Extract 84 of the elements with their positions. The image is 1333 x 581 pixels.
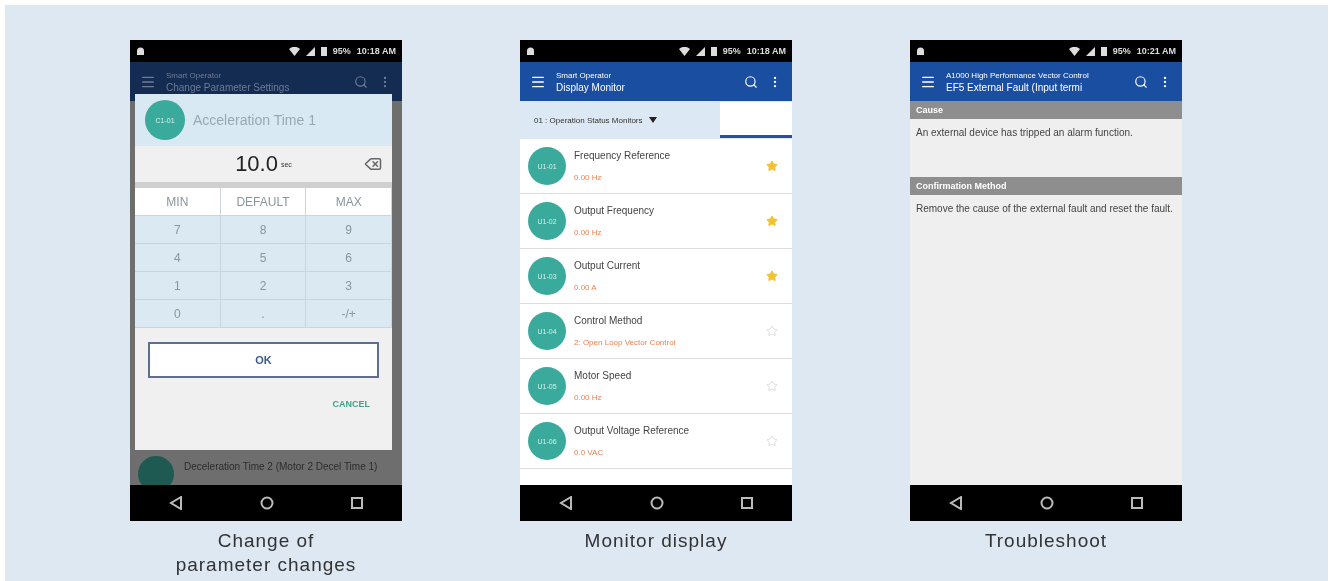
number-key[interactable]: 5 (220, 244, 307, 272)
star-icon[interactable] (766, 380, 778, 392)
monitor-name: Output Current (574, 260, 642, 271)
star-icon[interactable] (766, 435, 778, 447)
monitor-value: 0.00 Hz (574, 393, 603, 402)
android-icon (916, 46, 925, 56)
app-title: Smart Operator (556, 70, 613, 80)
recents-icon[interactable] (1131, 497, 1144, 509)
preset-key[interactable]: DEFAULT (220, 188, 307, 216)
monitor-name: Control Method (574, 315, 644, 326)
app-title: A1000 High Performance Vector Control (946, 70, 1090, 80)
number-key[interactable]: 9 (306, 216, 392, 244)
recents-icon[interactable] (741, 497, 754, 509)
monitor-name: Frequency Reference (574, 150, 672, 161)
monitor-name: Output Voltage Reference (574, 425, 691, 436)
star-icon[interactable] (766, 215, 778, 227)
signal-icon (1085, 46, 1095, 56)
status-time: 10:21 AM (1136, 46, 1176, 56)
monitor-value: 0.00 Hz (574, 173, 603, 182)
section-heading: Confirmation Method (910, 177, 1182, 195)
search-icon[interactable] (744, 74, 758, 89)
wifi-icon (288, 46, 300, 56)
caption: Change of parameter changes (175, 529, 357, 577)
caption: Monitor display (584, 529, 728, 553)
screen-title: EF5 External Fault (Input termi (946, 81, 1084, 93)
preset-key[interactable]: MIN (135, 188, 221, 216)
star-icon[interactable] (766, 270, 778, 282)
home-icon[interactable] (650, 496, 664, 510)
number-key[interactable]: 3 (306, 272, 392, 300)
number-key[interactable]: -/+ (306, 300, 392, 328)
battery-percent: 95% (1112, 46, 1131, 56)
back-icon[interactable] (948, 496, 963, 510)
back-icon[interactable] (168, 496, 183, 510)
backspace-icon[interactable] (364, 155, 382, 173)
wifi-icon (678, 46, 690, 56)
number-key[interactable]: 2 (220, 272, 307, 300)
number-key[interactable]: 0 (135, 300, 221, 328)
preset-key[interactable]: MAX (306, 188, 392, 216)
monitor-name: Output Frequency (574, 205, 656, 216)
section-text: An external device has tripped an alarm function. (915, 126, 1134, 140)
number-key[interactable]: 8 (220, 216, 307, 244)
star-icon[interactable] (766, 325, 778, 337)
app-title: Smart Operator (166, 70, 223, 80)
monitor-value: 0.0 VAC (574, 448, 605, 457)
battery-percent: 95% (722, 46, 741, 56)
monitor-value: 0.00 A (574, 283, 598, 292)
recents-icon[interactable] (351, 497, 364, 509)
search-icon[interactable] (354, 74, 368, 89)
list-item-title: Deceleration Time 2 (Motor 2 Decel Time 1) (184, 461, 379, 473)
android-icon (136, 46, 145, 56)
ok-button[interactable]: OK (148, 342, 379, 378)
status-time: 10:18 AM (356, 46, 396, 56)
number-key[interactable]: 4 (135, 244, 221, 272)
number-key[interactable]: 7 (135, 216, 221, 244)
wifi-icon (1068, 46, 1080, 56)
monitor-name: Motor Speed (574, 370, 633, 381)
back-icon[interactable] (558, 496, 573, 510)
signal-icon (305, 46, 315, 56)
value-display: 10.0 (235, 151, 278, 177)
android-icon (526, 46, 535, 56)
battery-icon (320, 46, 327, 56)
star-icon[interactable] (766, 160, 778, 172)
battery-icon (1100, 46, 1107, 56)
signal-icon (695, 46, 705, 56)
dialog-title: Acceleration Time 1 (193, 112, 316, 128)
monitor-group-dropdown[interactable]: 01 : Operation Status Monitors (534, 115, 657, 125)
search-icon[interactable] (1134, 74, 1148, 89)
monitor-value: 2: Open Loop Vector Control (574, 338, 677, 347)
battery-icon (710, 46, 717, 56)
monitor-value: 0.00 Hz (574, 228, 603, 237)
home-icon[interactable] (1040, 496, 1054, 510)
section-heading: Cause (910, 101, 1182, 119)
home-icon[interactable] (260, 496, 274, 510)
section-text: Remove the cause of the external fault and reset the fault. (915, 202, 1174, 216)
caption: Troubleshoot (984, 529, 1108, 553)
status-time: 10:18 AM (746, 46, 786, 56)
screen-title: Display Monitor (556, 81, 626, 93)
screen-title: Change Parameter Settings (166, 81, 291, 93)
number-key[interactable]: 1 (135, 272, 221, 300)
cancel-button[interactable]: CANCEL (326, 398, 376, 410)
battery-percent: 95% (332, 46, 351, 56)
number-key[interactable]: 6 (306, 244, 392, 272)
dropdown-caret-icon (648, 117, 657, 123)
number-key[interactable]: . (220, 300, 307, 328)
